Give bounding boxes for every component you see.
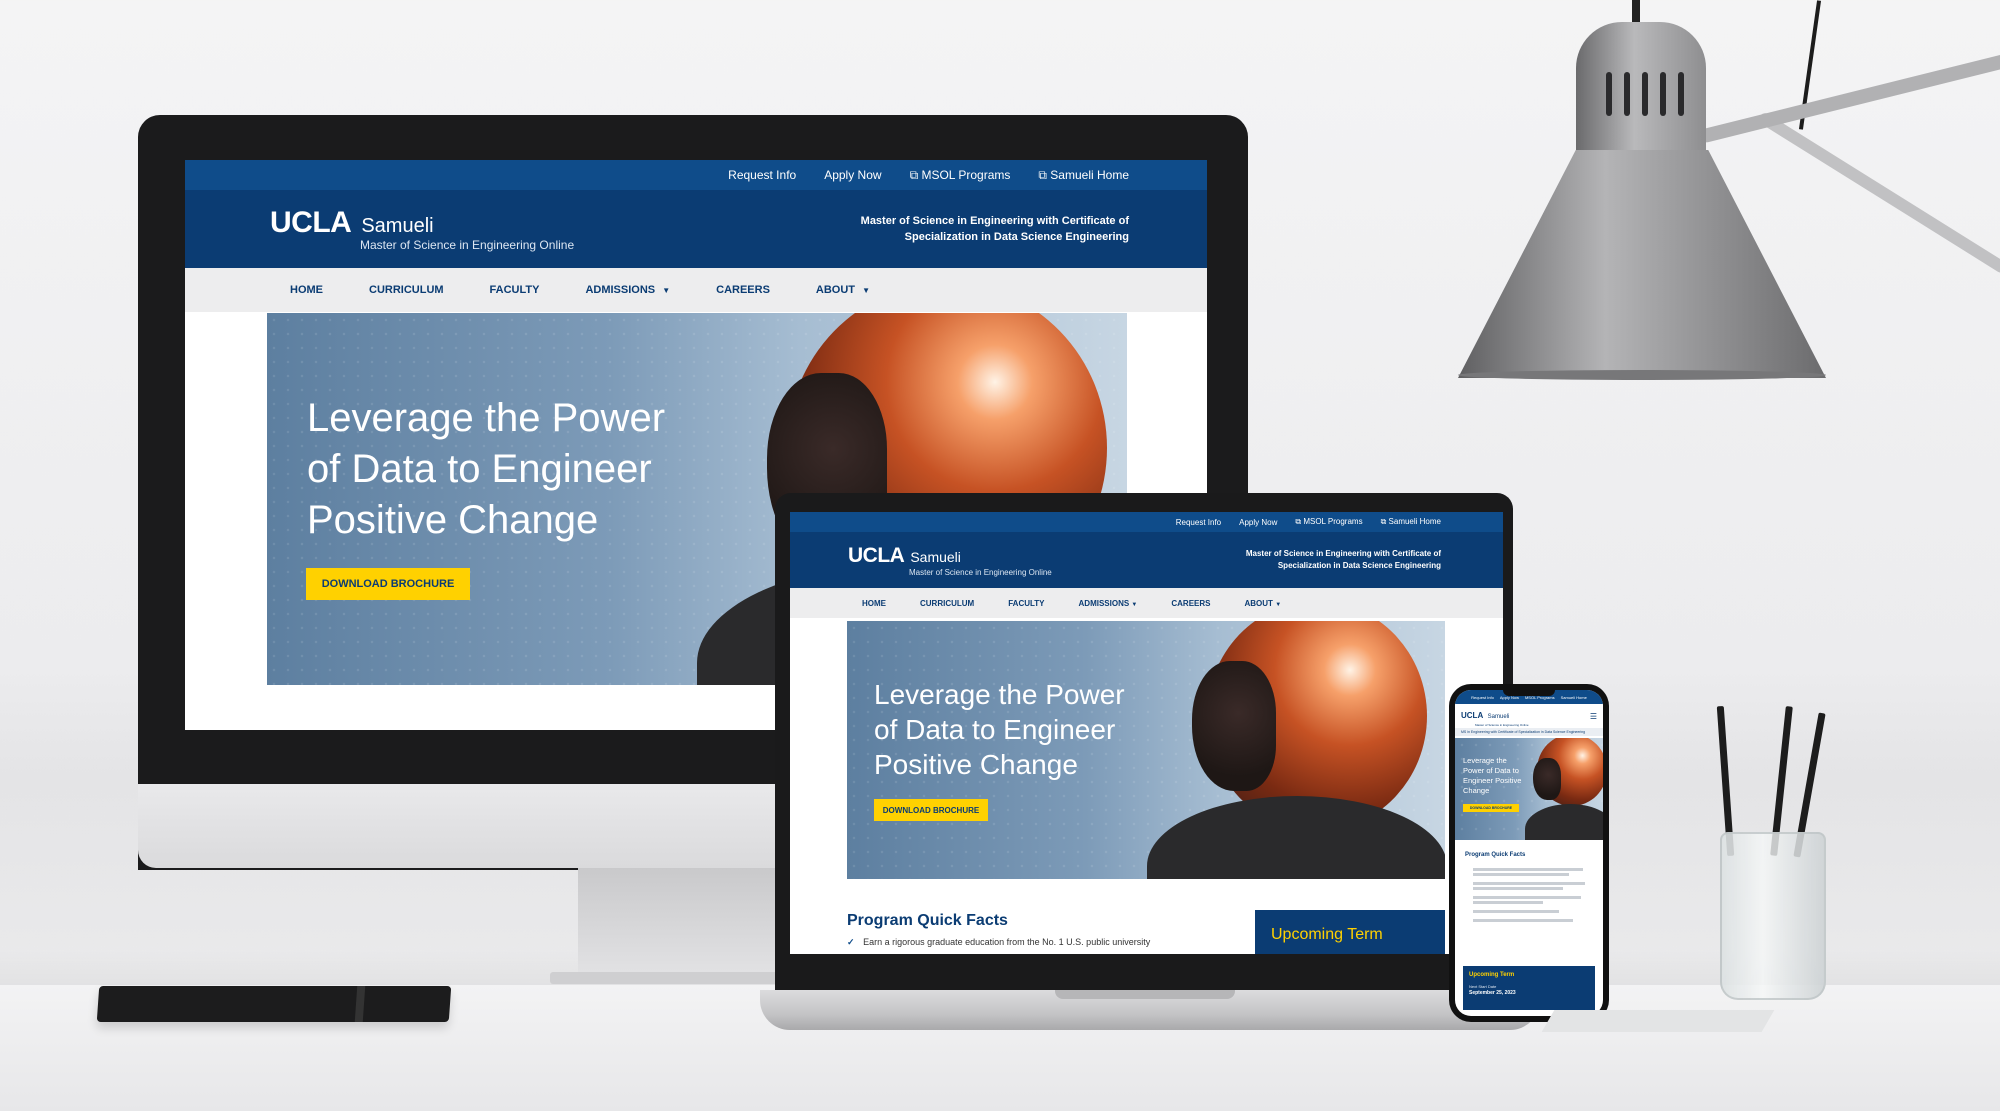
hero-title: Leverage the Power of Data to Engineer P… (1463, 756, 1522, 795)
next-start-label: Next Start Date (1469, 984, 1497, 989)
paper-sheet (1541, 1010, 1775, 1032)
hero-banner: Leverage the Power of Data to Engineer P… (847, 621, 1445, 879)
mobile-tagline: MS in Engineering with Certificate of Sp… (1455, 728, 1603, 736)
phone-notch (1503, 688, 1555, 696)
nav-home[interactable]: HOME (290, 284, 323, 296)
nav-curriculum[interactable]: CURRICULUM (920, 599, 974, 608)
samueli-home-link[interactable]: Samueli Home (1561, 695, 1587, 700)
hero-title: Leverage the Power of Data to Engineer P… (874, 679, 1125, 780)
samueli-home-link[interactable]: ⧉ Samueli Home (1381, 517, 1441, 527)
utility-bar: Request Info Apply Now ⧉ MSOL Programs ⧉… (185, 160, 1207, 190)
upcoming-term-card: Upcoming Term (1255, 910, 1445, 954)
external-link-icon: ⧉ (909, 167, 922, 182)
laptop-website: Request Info Apply Now ⧉ MSOL Programs ⧉… (790, 512, 1503, 954)
nav-home[interactable]: HOME (862, 599, 886, 608)
nav-admissions[interactable]: ADMISSIONS ▼ (1079, 599, 1138, 608)
lamp-arm (1756, 110, 2000, 275)
download-brochure-button[interactable]: DOWNLOAD BROCHURE (1463, 804, 1519, 812)
logo-samueli: Samueli (910, 548, 961, 565)
fact-item (1473, 919, 1573, 922)
nav-admissions[interactable]: ADMISSIONS ▼ (585, 284, 670, 296)
fact-item (1473, 910, 1559, 913)
logo-subtitle: Master of Science in Engineering Online (360, 238, 575, 252)
download-brochure-button[interactable]: DOWNLOAD BROCHURE (874, 799, 988, 821)
facts-list (1465, 864, 1595, 928)
logo-ucla: UCLA (1461, 711, 1484, 720)
request-info-link[interactable]: Request Info (728, 168, 796, 182)
site-logo[interactable]: UCLA Samueli Master of Science in Engine… (848, 544, 1052, 577)
logo-ucla: UCLA (848, 543, 905, 567)
hero-banner: Leverage the Power of Data to Engineer P… (1455, 738, 1603, 840)
logo-samueli: Samueli (361, 215, 434, 237)
logo-subtitle: Master of Science in Engineering Online (909, 567, 1052, 577)
nav-about[interactable]: ABOUT ▼ (1245, 599, 1282, 608)
hero-face (1533, 758, 1561, 800)
external-link-icon: ⧉ (1038, 167, 1051, 182)
mobile-header: UCLA Samueli Master of Science in Engine… (1455, 704, 1603, 728)
hamburger-menu-icon[interactable]: ☰ (1590, 712, 1597, 721)
lamp-shade (1458, 150, 1826, 378)
main-nav: HOME CURRICULUM FACULTY ADMISSIONS ▼ CAR… (185, 268, 1207, 312)
glass-pencil-cup (1720, 832, 1826, 1000)
fact-item (1473, 868, 1583, 871)
lamp-head (1576, 22, 1706, 172)
nav-faculty[interactable]: FACULTY (490, 284, 540, 296)
request-info-link[interactable]: Request Info (1176, 518, 1221, 527)
download-brochure-button[interactable]: DOWNLOAD BROCHURE (306, 568, 470, 600)
request-info-link[interactable]: Request Info (1471, 695, 1494, 700)
chevron-down-icon: ▼ (1131, 601, 1138, 608)
fact-item: ✓ Earn a rigorous graduate education fro… (847, 937, 1151, 947)
utility-bar: Request Info Apply Now ⧉ MSOL Programs ⧉… (790, 512, 1503, 532)
laptop-notch (1055, 990, 1235, 999)
mobile-website: Request Info Apply Now MSOL Programs Sam… (1455, 690, 1603, 1016)
upcoming-term-title: Upcoming Term (1469, 972, 1515, 978)
program-quick-facts-title: Program Quick Facts (1465, 852, 1526, 858)
apply-now-link[interactable]: Apply Now (1239, 518, 1277, 527)
lamp-arm (1698, 52, 2000, 144)
hero-title: Leverage the Power of Data to Engineer P… (307, 396, 666, 542)
apply-now-link[interactable]: Apply Now (824, 168, 881, 182)
logo-ucla: UCLA (270, 206, 352, 239)
program-quick-facts-title: Program Quick Facts (847, 912, 1008, 929)
fact-item (1473, 896, 1581, 899)
program-tagline: Master of Science in Engineering with Ce… (860, 215, 1129, 243)
monitor-stand (578, 868, 808, 980)
chevron-down-icon: ▼ (662, 286, 671, 295)
fact-item (1473, 882, 1585, 885)
brand-header: UCLA Samueli Master of Science in Engine… (790, 532, 1503, 588)
upcoming-term-title: Upcoming Term (1271, 926, 1383, 943)
logo-samueli: Samueli (1487, 714, 1510, 720)
logo-subtitle: Master of Science in Engineering Online (1475, 723, 1529, 727)
site-logo[interactable]: UCLA Samueli Master of Science in Engine… (1461, 705, 1529, 727)
nav-careers[interactable]: CAREERS (716, 284, 770, 296)
nav-faculty[interactable]: FACULTY (1008, 599, 1044, 608)
chevron-down-icon: ▼ (1275, 601, 1282, 608)
external-link-icon: ⧉ (1380, 517, 1389, 526)
msol-programs-link[interactable]: ⧉ MSOL Programs (1295, 517, 1362, 527)
brand-header: UCLA Samueli Master of Science in Engine… (185, 190, 1207, 268)
hero-face (1192, 661, 1276, 791)
upcoming-term-card: Upcoming Term Next Start Date September … (1463, 966, 1595, 1010)
chevron-down-icon: ▼ (862, 286, 871, 295)
site-logo[interactable]: UCLA Samueli Master of Science in Engine… (270, 206, 574, 252)
check-icon: ✓ (847, 937, 855, 947)
samueli-home-link[interactable]: ⧉ Samueli Home (1038, 168, 1129, 183)
msol-programs-link[interactable]: ⧉ MSOL Programs (910, 168, 1011, 183)
nav-about[interactable]: ABOUT ▼ (816, 284, 870, 296)
lamp-rim (1458, 370, 1826, 380)
program-tagline: Master of Science in Engineering with Ce… (1245, 549, 1441, 570)
nav-careers[interactable]: CAREERS (1171, 599, 1210, 608)
nav-curriculum[interactable]: CURRICULUM (369, 284, 444, 296)
main-nav: HOME CURRICULUM FACULTY ADMISSIONS ▼ CAR… (790, 588, 1503, 618)
notebook (96, 986, 452, 1022)
next-start-date: September 25, 2023 (1469, 990, 1516, 996)
